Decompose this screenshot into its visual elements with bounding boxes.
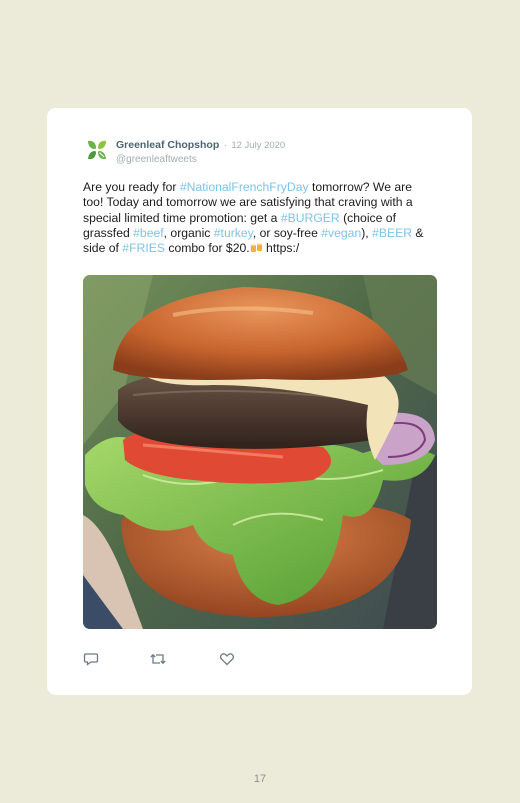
heart-icon[interactable]	[219, 651, 237, 667]
hashtag-fries[interactable]: #FRIES	[122, 241, 165, 255]
reply-icon[interactable]	[83, 651, 101, 667]
burger-photo[interactable]	[83, 275, 437, 629]
hashtag-turkey[interactable]: #turkey	[214, 226, 253, 240]
hashtag-burger[interactable]: #BURGER	[281, 211, 340, 225]
hashtag-nationalfrenchfryday[interactable]: #NationalFrenchFryDay	[180, 180, 309, 194]
text-segment: , or soy-free	[252, 225, 322, 240]
retweet-icon[interactable]	[149, 651, 167, 667]
hashtag-beer[interactable]: #BEER	[372, 226, 412, 240]
tweet-card: Greenleaf Chopshop · 12 July 2020 @green…	[47, 108, 472, 695]
beer-mugs-emoji-icon	[250, 241, 263, 253]
hashtag-beef[interactable]: #beef	[133, 226, 164, 240]
hashtag-vegan[interactable]: #vegan	[321, 226, 361, 240]
text-segment: combo for $20.	[164, 241, 250, 256]
author-handle[interactable]: @greenleaftweets	[116, 153, 285, 167]
tweet-text: Are you ready for #NationalFrenchFryDay …	[83, 180, 435, 256]
text-segment: Are you ready for	[83, 180, 180, 194]
tweet-link[interactable]: https:/	[263, 241, 299, 255]
tweet-header: Greenleaf Chopshop · 12 July 2020 @green…	[116, 137, 285, 167]
text-segment: ),	[361, 225, 373, 240]
page-number: 17	[253, 773, 267, 785]
text-segment: , organic	[163, 225, 214, 240]
tweet-date[interactable]: 12 July 2020	[231, 140, 285, 151]
separator-dot: ·	[223, 140, 227, 151]
greenleaf-logo-icon[interactable]	[86, 138, 108, 162]
author-name[interactable]: Greenleaf Chopshop	[116, 139, 219, 151]
tweet-actions	[83, 651, 283, 669]
